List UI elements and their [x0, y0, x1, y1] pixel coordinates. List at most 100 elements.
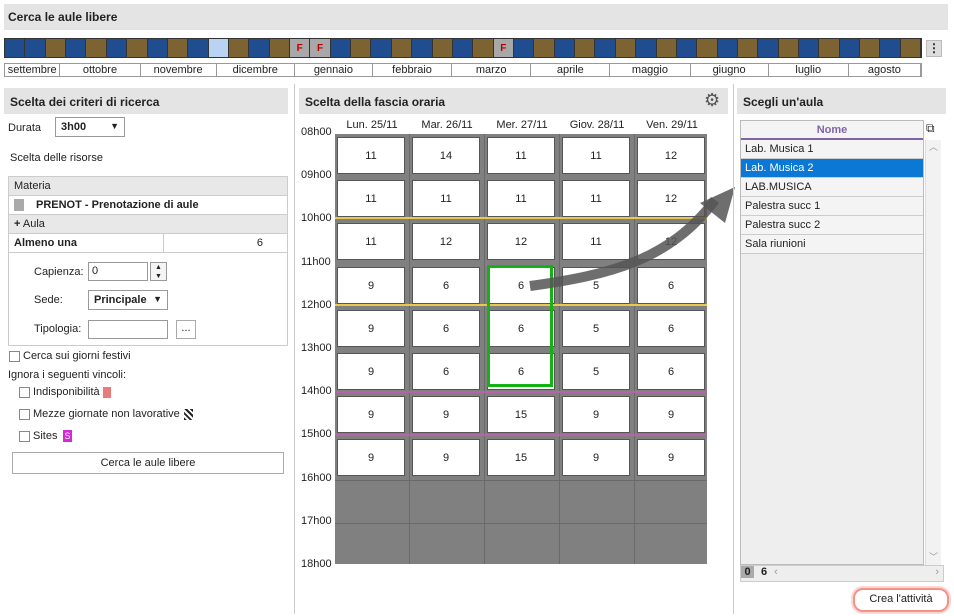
week-cell[interactable]: [717, 39, 738, 57]
room-row[interactable]: Lab. Musica 1: [741, 140, 923, 159]
slot-cell[interactable]: 12: [637, 137, 705, 174]
type-input[interactable]: [88, 320, 168, 339]
week-cell[interactable]: [412, 39, 433, 57]
room-header[interactable]: + Aula: [9, 215, 287, 234]
chevron-right-icon[interactable]: ›: [935, 566, 939, 578]
week-cell[interactable]: [188, 39, 209, 57]
week-cell[interactable]: [676, 39, 698, 57]
week-cell[interactable]: [391, 39, 413, 57]
half-days-checkbox[interactable]: [19, 409, 30, 420]
week-cell[interactable]: [66, 39, 87, 57]
week-cell[interactable]: [452, 39, 474, 57]
slot-cell[interactable]: 11: [487, 137, 555, 174]
week-cell[interactable]: [534, 39, 555, 57]
capacity-input[interactable]: 0: [88, 262, 148, 281]
unavail-checkbox[interactable]: [19, 387, 30, 398]
month-label[interactable]: dicembre: [217, 64, 295, 76]
month-label[interactable]: settembre: [5, 64, 61, 76]
month-label[interactable]: ottobre: [60, 64, 141, 76]
slot-cell[interactable]: 9: [412, 439, 480, 477]
room-row[interactable]: Lab. Musica 2: [741, 159, 923, 178]
slot-cell[interactable]: 11: [337, 137, 405, 174]
slot-cell[interactable]: 6: [412, 353, 480, 390]
week-cell[interactable]: [615, 39, 637, 57]
week-cell[interactable]: [839, 39, 861, 57]
week-cell[interactable]: [656, 39, 677, 57]
month-label[interactable]: novembre: [141, 64, 217, 76]
week-cell[interactable]: [127, 39, 148, 57]
week-cell[interactable]: [737, 39, 759, 57]
month-label[interactable]: agosto: [849, 64, 921, 76]
slot-cell[interactable]: 12: [412, 223, 480, 261]
week-cell[interactable]: [636, 39, 657, 57]
month-label[interactable]: maggio: [610, 64, 691, 76]
month-label[interactable]: aprile: [531, 64, 611, 76]
slot-cell[interactable]: 15: [487, 439, 555, 477]
create-activity-button[interactable]: Crea l'attività: [853, 588, 949, 612]
slot-cell[interactable]: 6: [412, 309, 480, 347]
room-row[interactable]: Sala riunioni: [741, 235, 923, 254]
week-cell[interactable]: [249, 39, 270, 57]
slot-cell[interactable]: 11: [337, 223, 405, 261]
slot-cell[interactable]: 11: [337, 180, 405, 218]
room-qty-row[interactable]: Almeno una 6: [9, 234, 287, 253]
week-cell[interactable]: [106, 39, 128, 57]
slot-cell[interactable]: 6: [412, 266, 480, 304]
week-cell[interactable]: [147, 39, 168, 57]
week-cell[interactable]: [269, 39, 291, 57]
month-label[interactable]: luglio: [769, 64, 849, 76]
week-cell[interactable]: [351, 39, 372, 57]
week-cell[interactable]: [513, 39, 535, 57]
month-label[interactable]: gennaio: [295, 64, 373, 76]
slot-cell[interactable]: 9: [337, 396, 405, 434]
holiday-week[interactable]: F: [310, 39, 331, 57]
slot-cell[interactable]: 9: [637, 439, 705, 477]
week-cell[interactable]: [880, 39, 901, 57]
slot-cell[interactable]: 14: [412, 137, 480, 174]
week-cell[interactable]: [228, 39, 250, 57]
week-cell[interactable]: [5, 39, 26, 57]
slot-cell[interactable]: 9: [337, 353, 405, 390]
room-row[interactable]: Palestra succ 1: [741, 197, 923, 216]
slot-cell[interactable]: 6: [637, 309, 705, 347]
chevron-down-icon[interactable]: ﹀: [926, 550, 941, 563]
chevron-left-icon[interactable]: ‹: [774, 566, 778, 578]
room-row[interactable]: Palestra succ 2: [741, 216, 923, 235]
slot-cell[interactable]: 9: [562, 396, 630, 434]
week-cell[interactable]: [758, 39, 779, 57]
slot-cell[interactable]: 6: [637, 353, 705, 390]
slot-cell[interactable]: 9: [562, 439, 630, 477]
slot-cell[interactable]: 15: [487, 396, 555, 434]
week-cell[interactable]: [697, 39, 718, 57]
week-cell[interactable]: [595, 39, 616, 57]
duration-select[interactable]: 3h00 ▼: [55, 117, 125, 137]
slot-cell[interactable]: 9: [337, 266, 405, 304]
capacity-stepper[interactable]: ▲ ▼: [150, 262, 167, 281]
month-label[interactable]: marzo: [452, 64, 532, 76]
slot-cell[interactable]: 11: [412, 180, 480, 218]
month-label[interactable]: giugno: [691, 64, 769, 76]
week-cell[interactable]: [799, 39, 820, 57]
more-menu-icon[interactable]: ⋮: [926, 40, 942, 57]
week-cell[interactable]: [371, 39, 392, 57]
sites-checkbox[interactable]: [19, 431, 30, 442]
chevron-up-icon[interactable]: ︿: [926, 140, 941, 153]
subject-row[interactable]: PRENOT - Prenotazione di aule: [9, 196, 287, 215]
slot-cell[interactable]: 9: [412, 396, 480, 434]
month-label[interactable]: febbraio: [373, 64, 453, 76]
gear-icon[interactable]: ⚙: [704, 91, 720, 109]
week-cell[interactable]: [86, 39, 107, 57]
holiday-week[interactable]: F: [290, 39, 311, 57]
week-cell[interactable]: [167, 39, 189, 57]
week-cell[interactable]: [575, 39, 596, 57]
slot-cell[interactable]: 5: [562, 353, 630, 390]
week-cell[interactable]: [554, 39, 576, 57]
slot-cell[interactable]: 9: [337, 309, 405, 347]
week-strip[interactable]: FFF: [4, 38, 922, 58]
week-cell[interactable]: [208, 39, 229, 57]
slot-cell[interactable]: 9: [637, 396, 705, 434]
copy-icon[interactable]: ⧉: [926, 121, 941, 138]
slot-cell[interactable]: 9: [337, 439, 405, 477]
type-picker-button[interactable]: ...: [176, 320, 196, 339]
week-cell[interactable]: [330, 39, 352, 57]
